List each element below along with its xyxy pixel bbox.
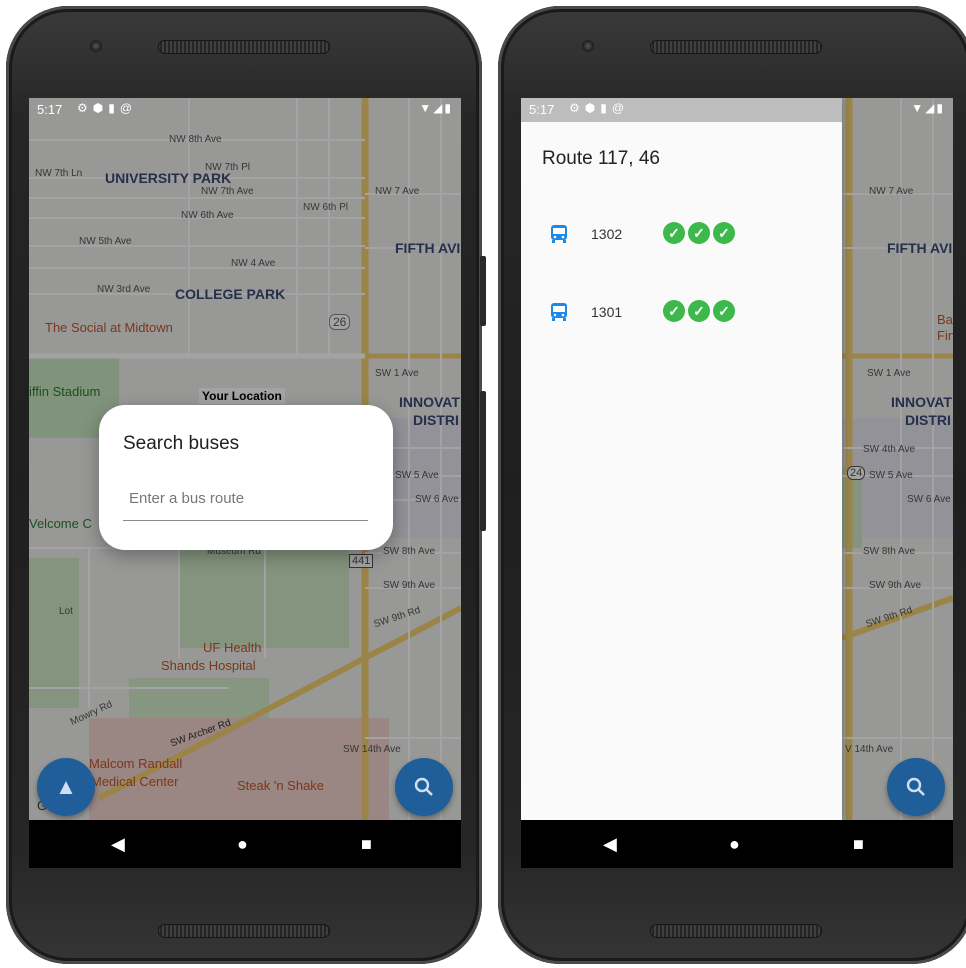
- status-bar-right: 5:17 ⚙⬢▮@ ▼◢▮: [521, 98, 953, 122]
- bottom-speaker: [650, 924, 822, 938]
- at-icon: @: [611, 101, 630, 115]
- status-system-icons: ▼◢▮: [911, 101, 945, 115]
- status-checks: ✓ ✓ ✓: [663, 222, 738, 244]
- phone-left: NW 8th Ave NW 7th Ln UNIVERSITY PARK NW …: [6, 6, 486, 964]
- status-notification-icons: ⚙⬢▮@: [569, 101, 629, 115]
- search-dialog: Search buses: [99, 405, 393, 550]
- back-button[interactable]: ◀: [603, 834, 617, 854]
- shield-icon: ⬢: [92, 101, 109, 115]
- search-icon: [414, 777, 433, 796]
- location-fab[interactable]: ▲: [37, 758, 95, 816]
- bus-row-1301[interactable]: 1301 ✓ ✓ ✓: [549, 300, 809, 326]
- front-camera: [90, 40, 102, 52]
- search-dialog-title: Search buses: [123, 433, 240, 454]
- check-circle-icon: ✓: [713, 300, 735, 322]
- home-button[interactable]: ●: [729, 834, 740, 854]
- gear-icon: ⚙: [569, 101, 585, 115]
- route-title: Route 117, 46: [542, 148, 660, 169]
- status-time: 5:17: [37, 102, 63, 117]
- status-bar-left: 5:17 ⚙⬢▮@ ▼◢▮: [29, 98, 461, 122]
- search-fab[interactable]: [887, 758, 945, 816]
- wifi-icon: ▼: [911, 101, 926, 115]
- search-icon: [906, 777, 925, 796]
- status-time: 5:17: [529, 102, 555, 117]
- bus-icon: [551, 303, 567, 321]
- screen-right: NW 7 Ave FIFTH AVI Ba Fin SW 1 Ave INNOV…: [521, 98, 953, 868]
- wifi-icon: ▼: [419, 101, 434, 115]
- home-button[interactable]: ●: [237, 834, 248, 854]
- navigation-arrow-icon: ▲: [55, 774, 77, 799]
- route-drawer: Route 117, 46 1302 ✓ ✓ ✓ 1301 ✓ ✓ ✓: [521, 98, 842, 820]
- check-circle-icon: ✓: [713, 222, 735, 244]
- status-notification-icons: ⚙⬢▮@: [77, 101, 137, 115]
- sd-card-icon: ▮: [600, 101, 612, 115]
- status-checks: ✓ ✓ ✓: [663, 300, 738, 322]
- power-button: [480, 391, 486, 531]
- top-speaker: [650, 40, 822, 54]
- recents-button[interactable]: ■: [361, 834, 372, 854]
- check-circle-icon: ✓: [663, 300, 685, 322]
- at-icon: @: [119, 101, 138, 115]
- battery-icon: ▮: [936, 101, 945, 115]
- shield-icon: ⬢: [584, 101, 601, 115]
- battery-icon: ▮: [444, 101, 453, 115]
- sd-card-icon: ▮: [108, 101, 120, 115]
- bus-icon: [551, 225, 567, 243]
- nav-bar-left: ◀ ● ■: [29, 820, 461, 868]
- bus-number: 1301: [591, 304, 623, 320]
- front-camera: [582, 40, 594, 52]
- bus-row-1302[interactable]: 1302 ✓ ✓ ✓: [549, 222, 809, 248]
- phone-right: NW 7 Ave FIFTH AVI Ba Fin SW 1 Ave INNOV…: [498, 6, 966, 964]
- signal-icon: ◢: [433, 101, 445, 115]
- back-button[interactable]: ◀: [111, 834, 125, 854]
- check-circle-icon: ✓: [688, 300, 710, 322]
- check-circle-icon: ✓: [663, 222, 685, 244]
- search-fab[interactable]: [395, 758, 453, 816]
- signal-icon: ◢: [925, 101, 937, 115]
- check-circle-icon: ✓: [688, 222, 710, 244]
- top-speaker: [158, 40, 330, 54]
- bus-number: 1302: [591, 226, 623, 242]
- bottom-speaker: [158, 924, 330, 938]
- status-system-icons: ▼◢▮: [419, 101, 453, 115]
- gear-icon: ⚙: [77, 101, 93, 115]
- nav-bar-right: ◀ ● ■: [521, 820, 953, 868]
- screen-left: NW 8th Ave NW 7th Ln UNIVERSITY PARK NW …: [29, 98, 461, 868]
- volume-button: [480, 256, 486, 326]
- bus-route-input[interactable]: [123, 477, 368, 521]
- recents-button[interactable]: ■: [853, 834, 864, 854]
